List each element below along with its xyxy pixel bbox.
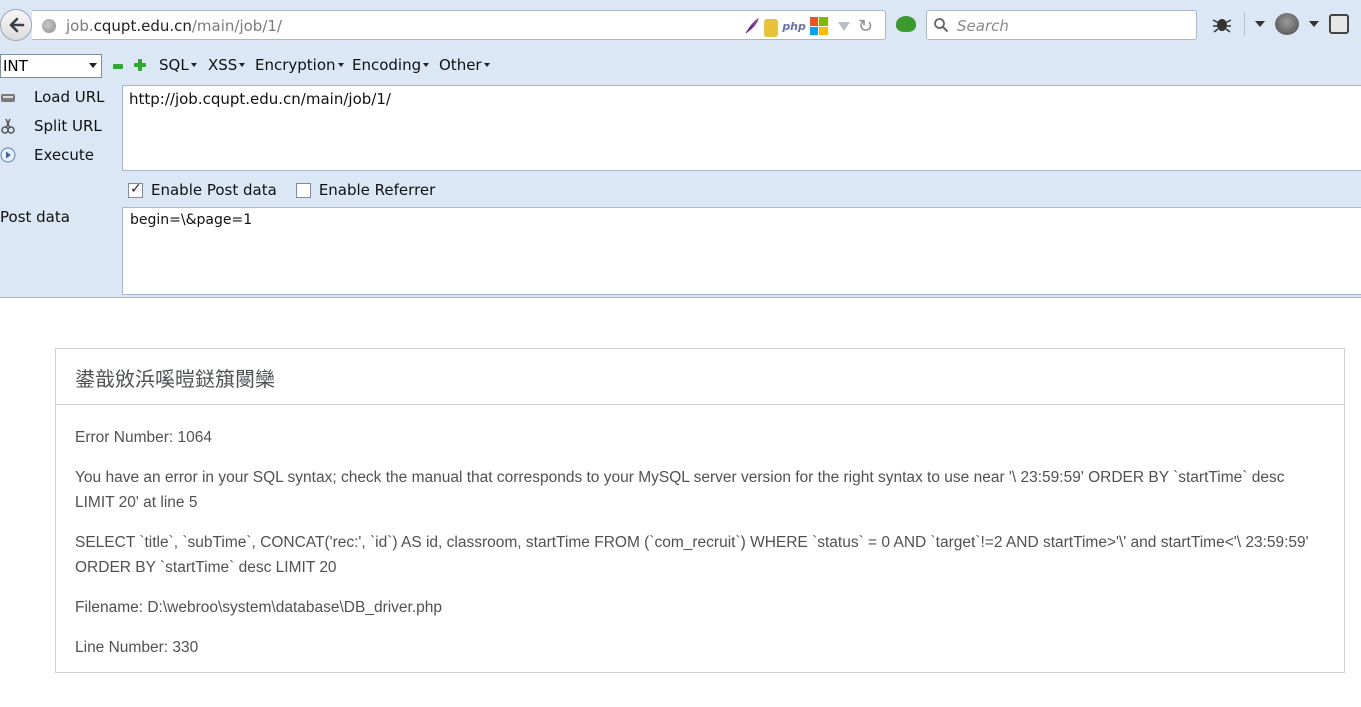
back-arrow-icon — [9, 17, 25, 33]
enable-referrer-label: Enable Referrer — [318, 181, 436, 199]
hackbar-panel: INT SQL XSS Encryption Encoding Other Lo… — [0, 50, 1361, 298]
options-row: Enable Post data Enable Referrer — [128, 181, 435, 199]
globe-icon — [42, 19, 56, 33]
increment-icon[interactable] — [134, 59, 146, 71]
database-error-box: 鍙戠敓浜嗘暟鎹簱閿欒 Error Number: 1064 You have a… — [55, 348, 1345, 673]
error-number: Error Number: 1064 — [75, 429, 212, 446]
caret-icon — [337, 63, 344, 67]
caret-icon — [190, 63, 197, 67]
address-text[interactable]: job.cqupt.edu.cn/main/job/1/ — [66, 17, 282, 35]
select-arrow-icon — [89, 63, 97, 68]
menu-other-label: Other — [439, 56, 482, 74]
enable-referrer-checkbox[interactable] — [295, 182, 311, 198]
caret-icon — [239, 63, 246, 67]
enable-post-label: Enable Post data — [151, 181, 277, 199]
error-line-number: Line Number: 330 — [75, 639, 199, 656]
type-select-value: INT — [3, 57, 28, 75]
load-url-icon — [1, 94, 15, 102]
url-prefix: job. — [66, 17, 94, 35]
toolbar-icons — [1210, 12, 1349, 36]
caret-icon — [483, 63, 490, 67]
post-data-label: Post data — [0, 208, 70, 226]
menu-xss-label: XSS — [208, 56, 238, 74]
dropdown-triangle-icon[interactable] — [837, 21, 850, 31]
split-url-label: Split URL — [34, 117, 102, 135]
error-body: Error Number: 1064 You have an error in … — [56, 405, 1344, 660]
enable-post-checkbox[interactable] — [128, 181, 143, 198]
load-url-button[interactable]: Load URL — [0, 85, 105, 109]
type-select[interactable]: INT — [0, 54, 102, 78]
url-path: /main/job/1/ — [191, 17, 282, 35]
error-query: SELECT `title`, `subTime`, CONCAT('rec:'… — [75, 534, 1309, 576]
caret-icon — [423, 63, 430, 67]
reload-icon[interactable]: ↻ — [858, 16, 873, 37]
turtle-addon-icon[interactable] — [896, 16, 916, 32]
firebug-icon[interactable] — [1210, 12, 1234, 36]
menu-xss[interactable]: XSS — [208, 56, 246, 74]
search-input[interactable]: Search — [926, 10, 1197, 40]
menu-encoding-label: Encoding — [352, 56, 422, 74]
menu-other[interactable]: Other — [439, 56, 490, 74]
menu-encryption-label: Encryption — [255, 56, 336, 74]
split-url-button[interactable]: Split URL — [0, 114, 102, 138]
menu-encryption[interactable]: Encryption — [255, 56, 344, 74]
url-textarea[interactable]: http://job.cqupt.edu.cn/main/job/1/ — [122, 85, 1361, 171]
execute-label: Execute — [34, 146, 94, 164]
play-icon — [0, 147, 16, 163]
windows-logo-icon[interactable] — [809, 17, 828, 35]
error-message: You have an error in your SQL syntax; ch… — [75, 469, 1285, 511]
back-button[interactable] — [0, 9, 32, 41]
menu-sql[interactable]: SQL — [159, 56, 197, 74]
decrement-icon[interactable] — [113, 64, 123, 69]
execute-button[interactable]: Execute — [0, 143, 94, 167]
error-filename: Filename: D:\webroo\system\database\DB_d… — [75, 599, 443, 616]
scissors-icon — [1, 118, 15, 134]
toolbar-separator — [1244, 12, 1245, 36]
url-domain: cqupt.edu.cn — [93, 17, 192, 35]
menu-sql-label: SQL — [159, 56, 189, 74]
chevron-down-icon[interactable] — [1255, 21, 1265, 27]
chevron-down-icon-2[interactable] — [1309, 21, 1319, 27]
browser-toolbar: job.cqupt.edu.cn/main/job/1/ php ↻ Searc… — [0, 0, 1361, 50]
search-icon — [934, 18, 949, 33]
load-url-label: Load URL — [34, 88, 105, 106]
post-data-textarea[interactable]: begin=\&page=1 — [122, 207, 1361, 295]
menu-encoding[interactable]: Encoding — [352, 56, 430, 74]
hat-icon[interactable] — [1275, 13, 1299, 35]
feather-icon[interactable] — [744, 17, 760, 35]
error-title: 鍙戠敓浜嗘暟鎹簱閿欒 — [56, 349, 1344, 405]
address-bar-icons: php ↻ — [744, 15, 873, 37]
lock-icon[interactable] — [764, 19, 779, 37]
search-placeholder: Search — [957, 17, 1009, 35]
screenshot-icon[interactable] — [1329, 14, 1349, 34]
php-icon[interactable]: php — [782, 20, 806, 33]
address-bar[interactable]: job.cqupt.edu.cn/main/job/1/ php ↻ — [32, 10, 886, 40]
